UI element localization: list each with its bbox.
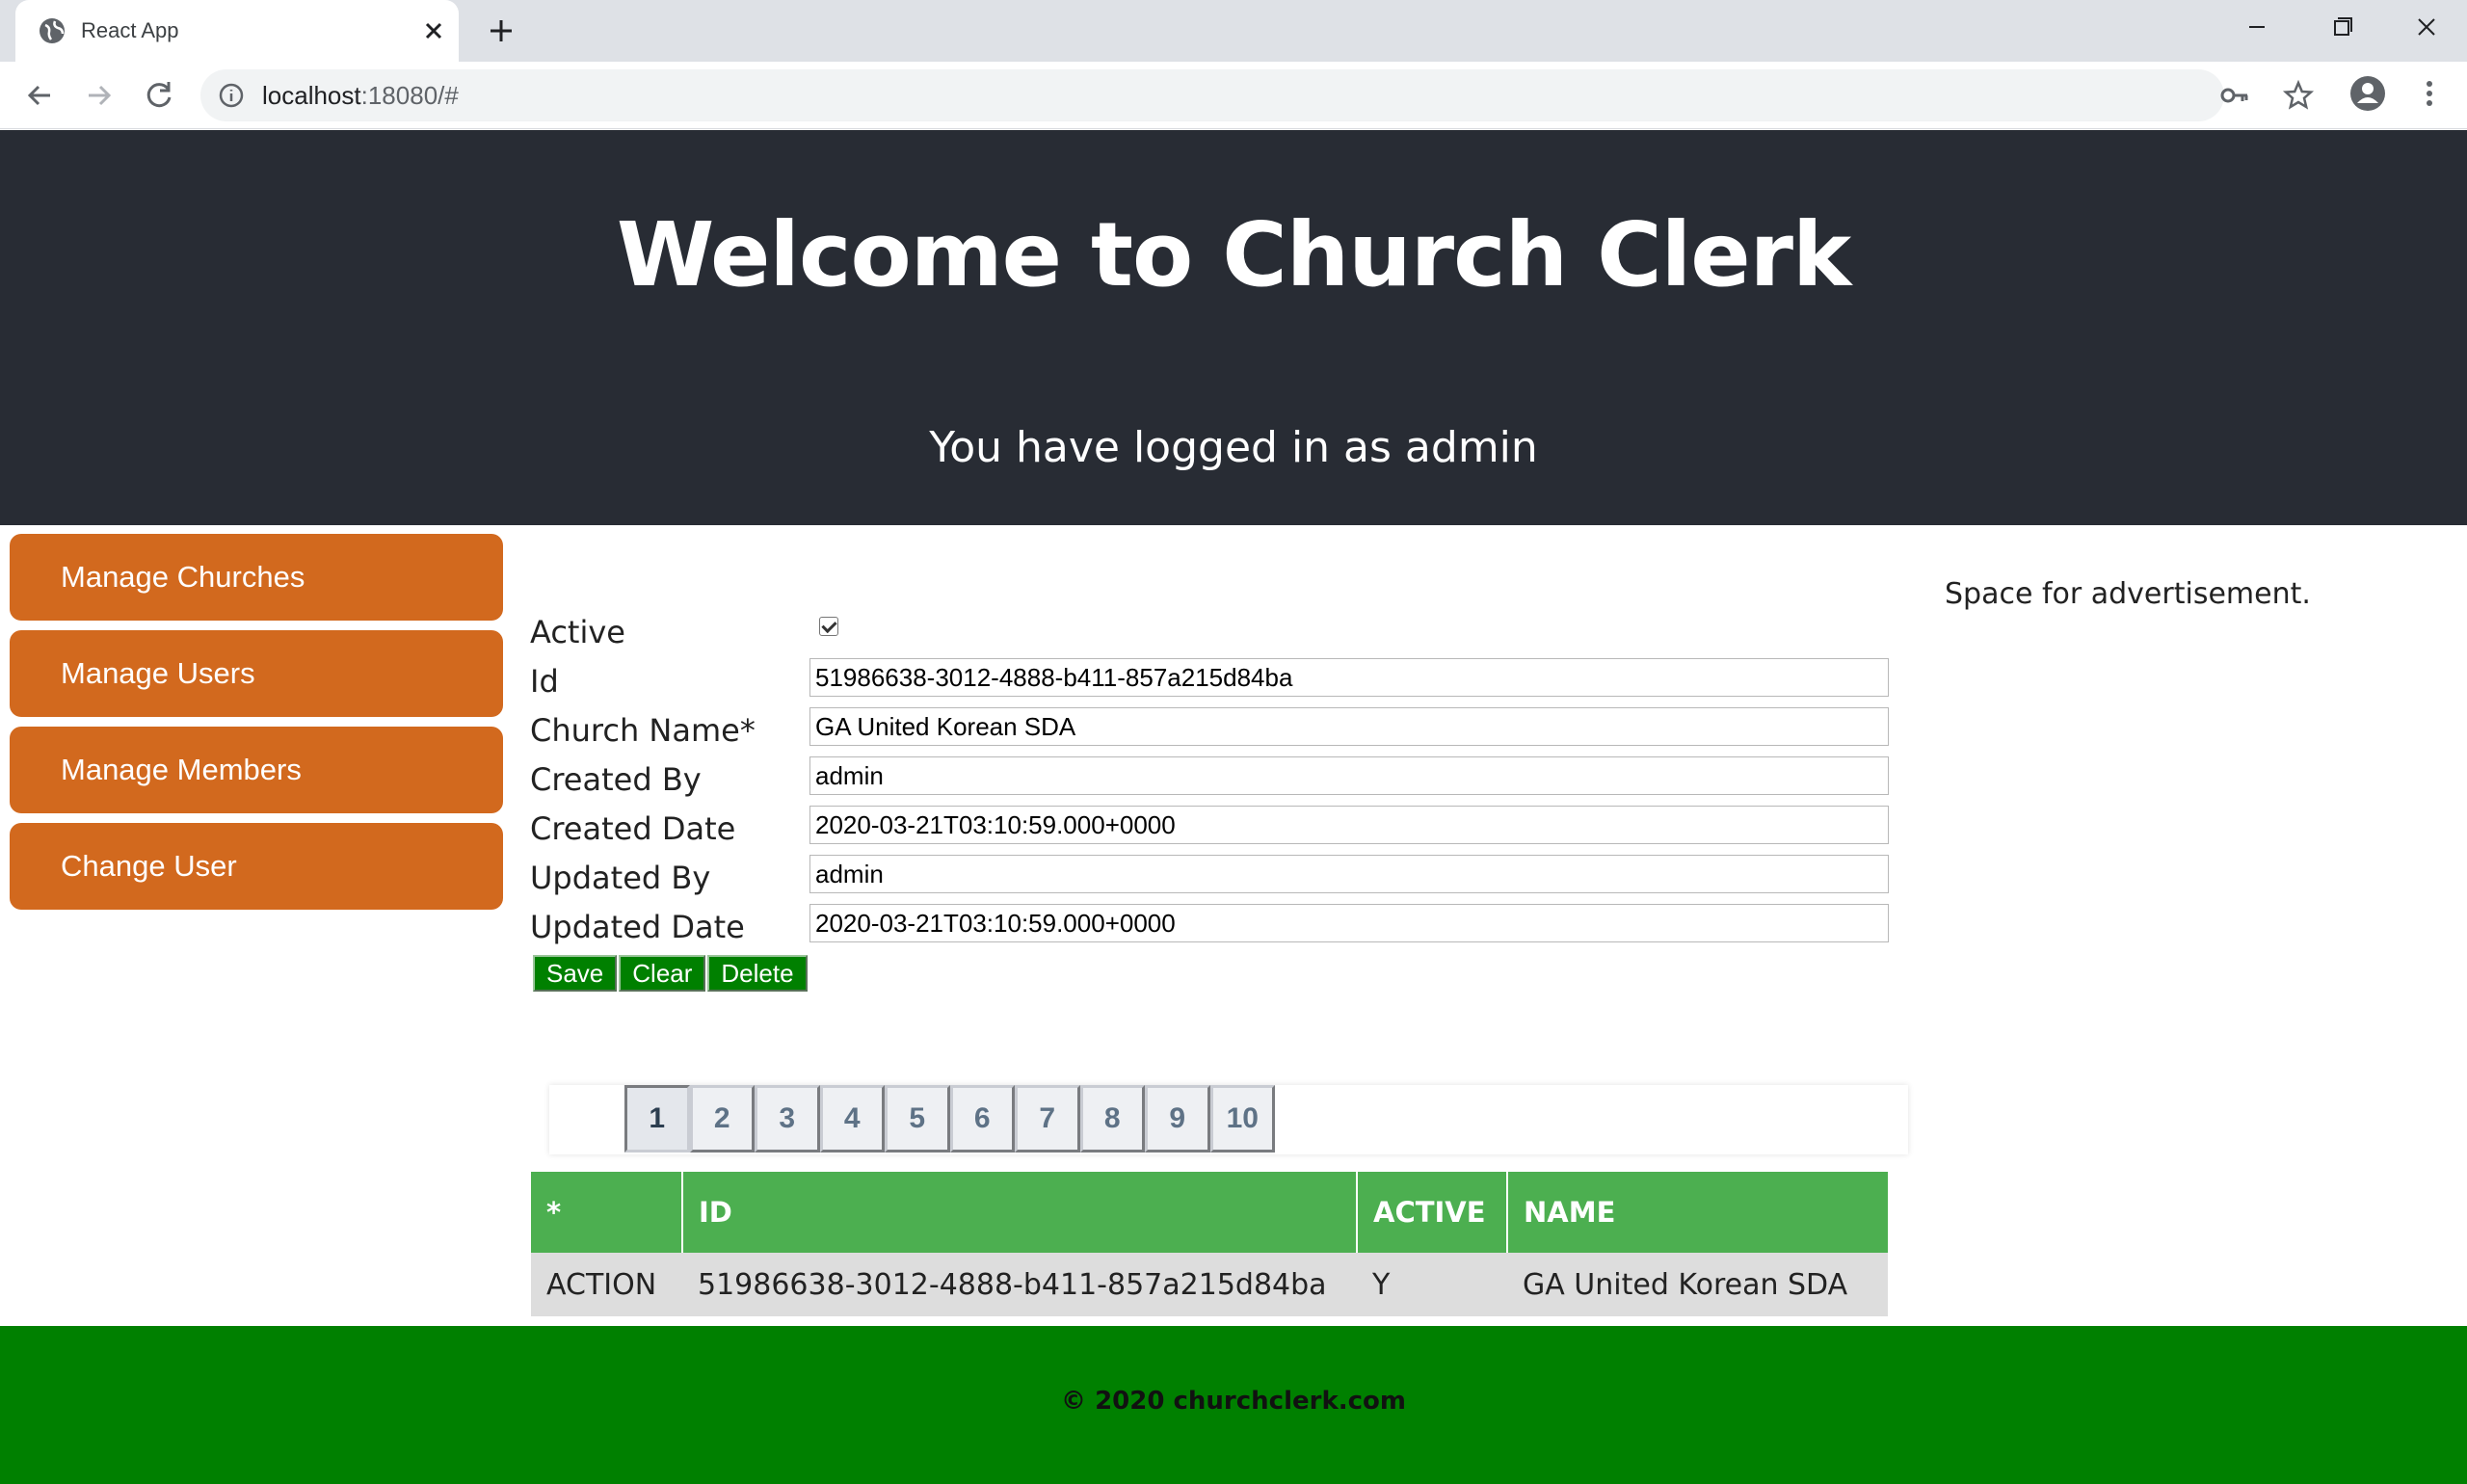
row-name-cell: GA United Korean SDA xyxy=(1507,1253,1888,1316)
page-9-button[interactable]: 9 xyxy=(1145,1085,1210,1153)
created-by-label: Created By xyxy=(530,761,702,798)
manage-members-button[interactable]: Manage Members xyxy=(10,727,503,813)
login-status: You have logged in as admin xyxy=(929,423,1538,472)
churches-table: * ID ACTIVE NAME ACTION 51986638-3012-48… xyxy=(531,1172,1888,1316)
page-title: Welcome to Church Clerk xyxy=(616,203,1851,306)
forward-arrow-icon[interactable] xyxy=(79,75,119,116)
advertisement-space: Space for advertisement. xyxy=(1945,577,2311,611)
sidebar: Manage Churches Manage Users Manage Memb… xyxy=(10,534,503,919)
browser-tab-bar: React App xyxy=(0,0,2467,62)
close-tab-icon[interactable] xyxy=(416,13,451,48)
table-row[interactable]: ACTION 51986638-3012-4888-b411-857a215d8… xyxy=(531,1253,1888,1316)
browser-toolbar: localhost:18080/# xyxy=(0,62,2467,129)
url-text[interactable]: localhost:18080/# xyxy=(262,69,459,121)
minimize-icon[interactable] xyxy=(2228,8,2286,46)
church-name-row: Church Name* GA United Korean SDA xyxy=(530,705,1889,755)
new-tab-icon[interactable] xyxy=(482,12,520,50)
updated-date-label: Updated Date xyxy=(530,909,745,945)
manage-users-button[interactable]: Manage Users xyxy=(10,630,503,717)
address-bar[interactable]: localhost:18080/# xyxy=(200,69,2315,121)
created-date-field[interactable]: 2020-03-21T03:10:59.000+0000 xyxy=(809,806,1889,844)
window-close-icon[interactable] xyxy=(2398,8,2455,46)
page-list: 1 2 3 4 5 6 7 8 9 10 xyxy=(624,1085,1275,1153)
key-icon[interactable] xyxy=(2218,79,2251,112)
info-icon[interactable] xyxy=(218,82,245,109)
row-active-cell: Y xyxy=(1357,1253,1507,1316)
church-form: Active Id 51986638-3012-4888-b411-857a21… xyxy=(530,607,1889,951)
page-5-button[interactable]: 5 xyxy=(885,1085,950,1153)
page-7-button[interactable]: 7 xyxy=(1015,1085,1080,1153)
updated-date-row: Updated Date 2020-03-21T03:10:59.000+000… xyxy=(530,902,1889,951)
profile-avatar-icon[interactable] xyxy=(2348,73,2388,114)
created-by-row: Created By admin xyxy=(530,755,1889,804)
active-row: Active xyxy=(530,607,1889,656)
back-arrow-icon[interactable] xyxy=(19,75,60,116)
id-field[interactable]: 51986638-3012-4888-b411-857a215d84ba xyxy=(809,658,1889,697)
page-8-button[interactable]: 8 xyxy=(1079,1085,1145,1153)
delete-button[interactable]: Delete xyxy=(707,955,808,992)
updated-by-label: Updated By xyxy=(530,860,711,896)
column-header-select: * xyxy=(531,1172,683,1253)
pagination: 1 2 3 4 5 6 7 8 9 10 xyxy=(549,1085,1908,1154)
globe-icon xyxy=(40,18,65,43)
created-date-label: Created Date xyxy=(530,810,736,847)
reload-icon[interactable] xyxy=(139,75,179,116)
created-date-row: Created Date 2020-03-21T03:10:59.000+000… xyxy=(530,804,1889,853)
row-action-link[interactable]: ACTION xyxy=(531,1253,682,1316)
change-user-button[interactable]: Change User xyxy=(10,823,503,910)
page-10-button[interactable]: 10 xyxy=(1209,1085,1275,1153)
column-header-name: NAME xyxy=(1507,1172,1888,1253)
clear-button[interactable]: Clear xyxy=(619,955,706,992)
church-name-field[interactable]: GA United Korean SDA xyxy=(809,707,1889,746)
url-host: localhost xyxy=(262,81,361,110)
form-actions: Save Clear Delete xyxy=(533,955,809,992)
created-by-field[interactable]: admin xyxy=(809,756,1889,795)
app-header: Welcome to Church Clerk You have logged … xyxy=(0,130,2467,525)
manage-churches-button[interactable]: Manage Churches xyxy=(10,534,503,621)
row-id-cell: 51986638-3012-4888-b411-857a215d84ba xyxy=(682,1253,1357,1316)
active-checkbox[interactable] xyxy=(819,617,838,636)
restore-icon[interactable] xyxy=(2313,8,2371,46)
page-2-button[interactable]: 2 xyxy=(689,1085,755,1153)
column-header-active: ACTIVE xyxy=(1357,1172,1508,1253)
footer: © 2020 churchclerk.com xyxy=(0,1326,2467,1484)
active-label: Active xyxy=(530,614,625,650)
page-3-button[interactable]: 3 xyxy=(755,1085,820,1153)
tab-title: React App xyxy=(81,18,179,42)
updated-by-row: Updated By admin xyxy=(530,853,1889,902)
browser-tab[interactable]: React App xyxy=(15,0,459,62)
table-header-row: * ID ACTIVE NAME xyxy=(531,1172,1888,1253)
column-header-id: ID xyxy=(682,1172,1358,1253)
page-6-button[interactable]: 6 xyxy=(949,1085,1015,1153)
church-name-label: Church Name* xyxy=(530,712,756,749)
copyright-text: © 2020 churchclerk.com xyxy=(1061,1387,1406,1416)
page-4-button[interactable]: 4 xyxy=(819,1085,885,1153)
updated-date-field[interactable]: 2020-03-21T03:10:59.000+0000 xyxy=(809,904,1889,942)
id-label: Id xyxy=(530,663,559,700)
updated-by-field[interactable]: admin xyxy=(809,855,1889,893)
more-menu-icon[interactable] xyxy=(2409,73,2450,114)
star-icon[interactable] xyxy=(2282,79,2315,112)
url-path: :18080/# xyxy=(360,81,459,110)
id-row: Id 51986638-3012-4888-b411-857a215d84ba xyxy=(530,656,1889,705)
save-button[interactable]: Save xyxy=(533,955,618,992)
page-1-button[interactable]: 1 xyxy=(624,1085,690,1153)
